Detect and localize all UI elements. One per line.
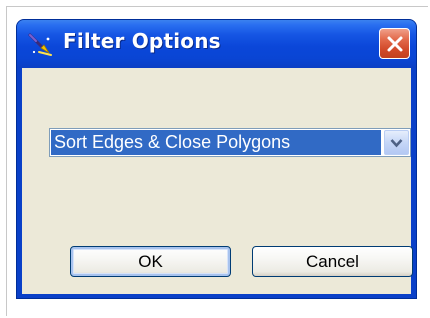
chevron-down-icon: [390, 139, 403, 148]
close-icon: [387, 36, 403, 52]
filter-type-selected-value: Sort Edges & Close Polygons: [51, 130, 381, 155]
dropdown-button[interactable]: [384, 130, 409, 155]
cancel-button[interactable]: Cancel: [252, 246, 413, 277]
dialog-title: Filter Options: [63, 29, 221, 53]
wand-icon: [27, 31, 53, 57]
page: Filter Options Sort Edges & Close Polygo…: [0, 0, 430, 318]
filter-type-select[interactable]: Sort Edges & Close Polygons: [49, 128, 411, 157]
close-button[interactable]: [379, 28, 410, 59]
filter-options-dialog: Filter Options Sort Edges & Close Polygo…: [16, 19, 417, 299]
ok-button[interactable]: OK: [70, 246, 231, 277]
title-bar[interactable]: Filter Options: [17, 20, 416, 68]
